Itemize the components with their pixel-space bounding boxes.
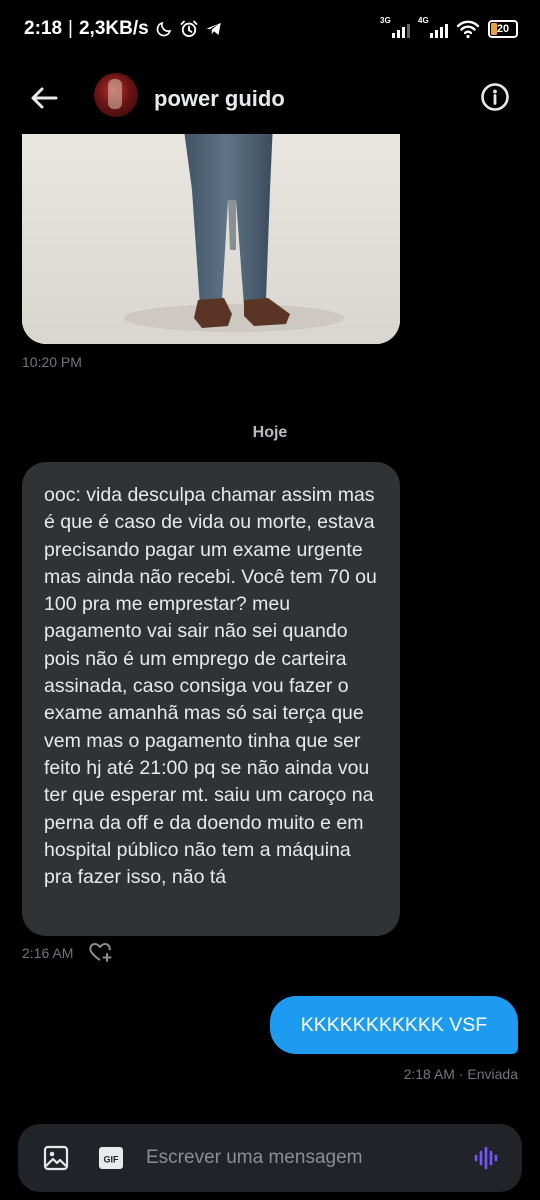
received-message-text: ooc: vida desculpa chamar assim mas é qu… — [44, 484, 377, 889]
sent-message-text: KKKKKKKKKKK VSF — [300, 1014, 488, 1036]
shared-photo — [22, 100, 400, 344]
day-separator: Hoje — [252, 424, 288, 441]
wifi-icon — [456, 20, 480, 39]
status-speed: 2,3KB/s — [78, 18, 149, 39]
network-type-2: 4G — [418, 16, 429, 25]
telegram-icon — [206, 23, 221, 35]
status-left: 2:18 | 2,3KB/s — [24, 18, 223, 40]
status-separator: | — [68, 18, 73, 39]
voice-icon[interactable] — [472, 1144, 500, 1172]
conversation-header: power guido — [0, 62, 540, 134]
gif-label: GIF — [104, 1155, 120, 1165]
heart-plus-icon[interactable] — [88, 940, 112, 964]
battery-level: 20 — [496, 23, 510, 35]
message-composer: GIF — [18, 1124, 522, 1192]
image-icon[interactable] — [42, 1144, 70, 1172]
status-right: 3G 4G 20 — [380, 16, 518, 40]
signal-icon-2: 4G — [418, 16, 448, 40]
signal-icon-1: 3G — [380, 16, 410, 40]
dm-conversation-screen: 2:18 | 2,3KB/s 3G 4G 20 power guido 10:2… — [0, 0, 540, 1200]
network-type-1: 3G — [380, 16, 391, 25]
image-timestamp: 10:20 PM — [22, 354, 82, 370]
status-time: 2:18 — [24, 18, 63, 39]
received-message[interactable]: ooc: vida desculpa chamar assim mas é qu… — [22, 462, 400, 936]
info-icon[interactable] — [480, 82, 510, 112]
message-input[interactable] — [146, 1140, 446, 1176]
alarm-icon — [180, 20, 198, 37]
contact-name[interactable]: power guido — [154, 86, 285, 112]
sent-status: 2:18 AM · Enviada — [403, 1066, 518, 1082]
battery-icon: 20 — [488, 20, 518, 38]
moon-icon — [156, 21, 171, 37]
image-message[interactable] — [22, 100, 400, 344]
gif-icon[interactable]: GIF — [96, 1144, 126, 1172]
avatar[interactable] — [94, 73, 138, 117]
sent-message[interactable]: KKKKKKKKKKK VSF — [270, 996, 518, 1054]
received-timestamp: 2:16 AM — [22, 945, 74, 961]
back-arrow-icon[interactable] — [26, 82, 62, 114]
status-bar: 2:18 | 2,3KB/s 3G 4G 20 — [0, 0, 540, 62]
